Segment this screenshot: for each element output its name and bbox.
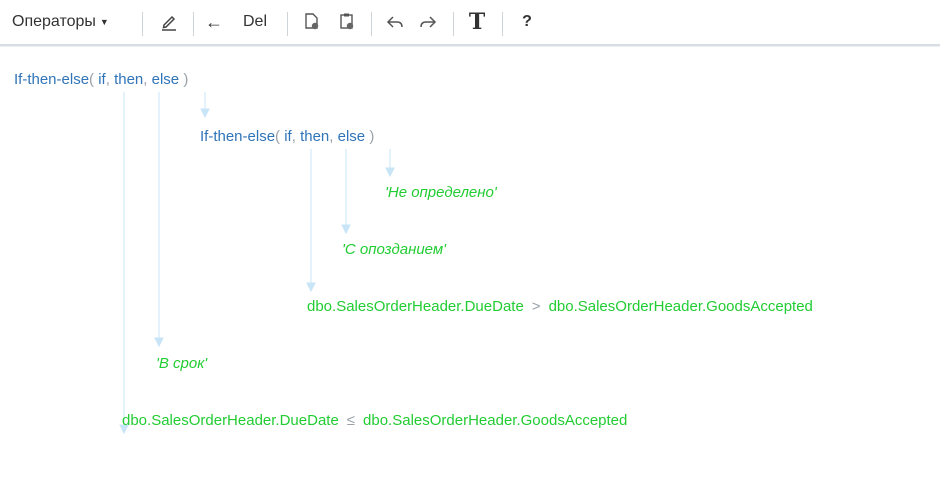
field-left[interactable]: dbo.SalesOrderHeader.DueDate [307, 298, 524, 315]
text-button[interactable]: T [464, 0, 490, 44]
field-right[interactable]: dbo.SalesOrderHeader.GoodsAccepted [549, 298, 813, 315]
comma: , [329, 128, 334, 145]
literal-undefined[interactable]: 'Не определено' [385, 184, 497, 201]
edit-button[interactable] [155, 0, 183, 44]
editor-toolbar: Операторы ▼ ← Del T ? [0, 0, 940, 44]
toolbar-divider [193, 12, 194, 36]
comma: , [105, 71, 110, 88]
close-paren: ) [183, 71, 189, 88]
delete-label: Del [243, 13, 268, 30]
field-left[interactable]: dbo.SalesOrderHeader.DueDate [122, 412, 339, 429]
undo-icon [386, 16, 403, 28]
help-icon: ? [522, 13, 532, 30]
copy-button[interactable] [298, 0, 326, 44]
open-paren: ( [275, 128, 281, 145]
arg-if[interactable]: if [98, 71, 106, 88]
operators-dropdown[interactable]: Операторы ▼ [12, 0, 109, 44]
open-paren: ( [89, 71, 95, 88]
arrow-left-icon: ← [205, 11, 223, 32]
expression-canvas: If-then-else( if, then, else ) If-then-e… [0, 47, 940, 490]
undo-button[interactable] [381, 0, 409, 44]
function-name[interactable]: If-then-else [14, 71, 89, 88]
arg-then[interactable]: then [114, 71, 143, 88]
delete-button[interactable]: Del [243, 0, 267, 44]
operator-less-equal[interactable]: ≤ [347, 412, 355, 429]
text-icon: T [468, 9, 486, 35]
comma: , [291, 128, 296, 145]
toolbar-divider [142, 12, 143, 36]
nested-condition[interactable]: dbo.SalesOrderHeader.DueDate > dbo.SalesOr… [307, 298, 813, 315]
paste-button[interactable] [333, 0, 361, 44]
root-condition[interactable]: dbo.SalesOrderHeader.DueDate ≤ dbo.SalesOr… [122, 412, 627, 429]
nested-if-then-else[interactable]: If-then-else( if, then, else ) [200, 128, 374, 145]
redo-icon [420, 16, 437, 28]
redo-button[interactable] [414, 0, 442, 44]
arg-then[interactable]: then [300, 128, 329, 145]
root-if-then-else[interactable]: If-then-else( if, then, else ) [14, 71, 188, 88]
arg-else[interactable]: else [152, 71, 180, 88]
close-paren: ) [369, 128, 375, 145]
toolbar-divider [287, 12, 288, 36]
help-button[interactable]: ? [515, 0, 539, 44]
caret-down-icon: ▼ [99, 17, 109, 27]
literal-on-time[interactable]: 'В срок' [156, 355, 207, 372]
field-right[interactable]: dbo.SalesOrderHeader.GoodsAccepted [363, 412, 627, 429]
toolbar-divider [502, 12, 503, 36]
operator-greater[interactable]: > [532, 298, 541, 315]
backspace-button[interactable]: ← [205, 0, 223, 44]
operators-label: Операторы [12, 13, 96, 30]
arg-if[interactable]: if [284, 128, 292, 145]
comma: , [143, 71, 148, 88]
copy-document-icon [305, 13, 319, 30]
toolbar-divider [371, 12, 372, 36]
toolbar-divider [453, 12, 454, 36]
pencil-icon [162, 15, 176, 31]
function-name[interactable]: If-then-else [200, 128, 275, 145]
paste-clipboard-icon [340, 13, 354, 30]
arg-else[interactable]: else [338, 128, 366, 145]
literal-late[interactable]: 'С опозданием' [342, 241, 446, 258]
